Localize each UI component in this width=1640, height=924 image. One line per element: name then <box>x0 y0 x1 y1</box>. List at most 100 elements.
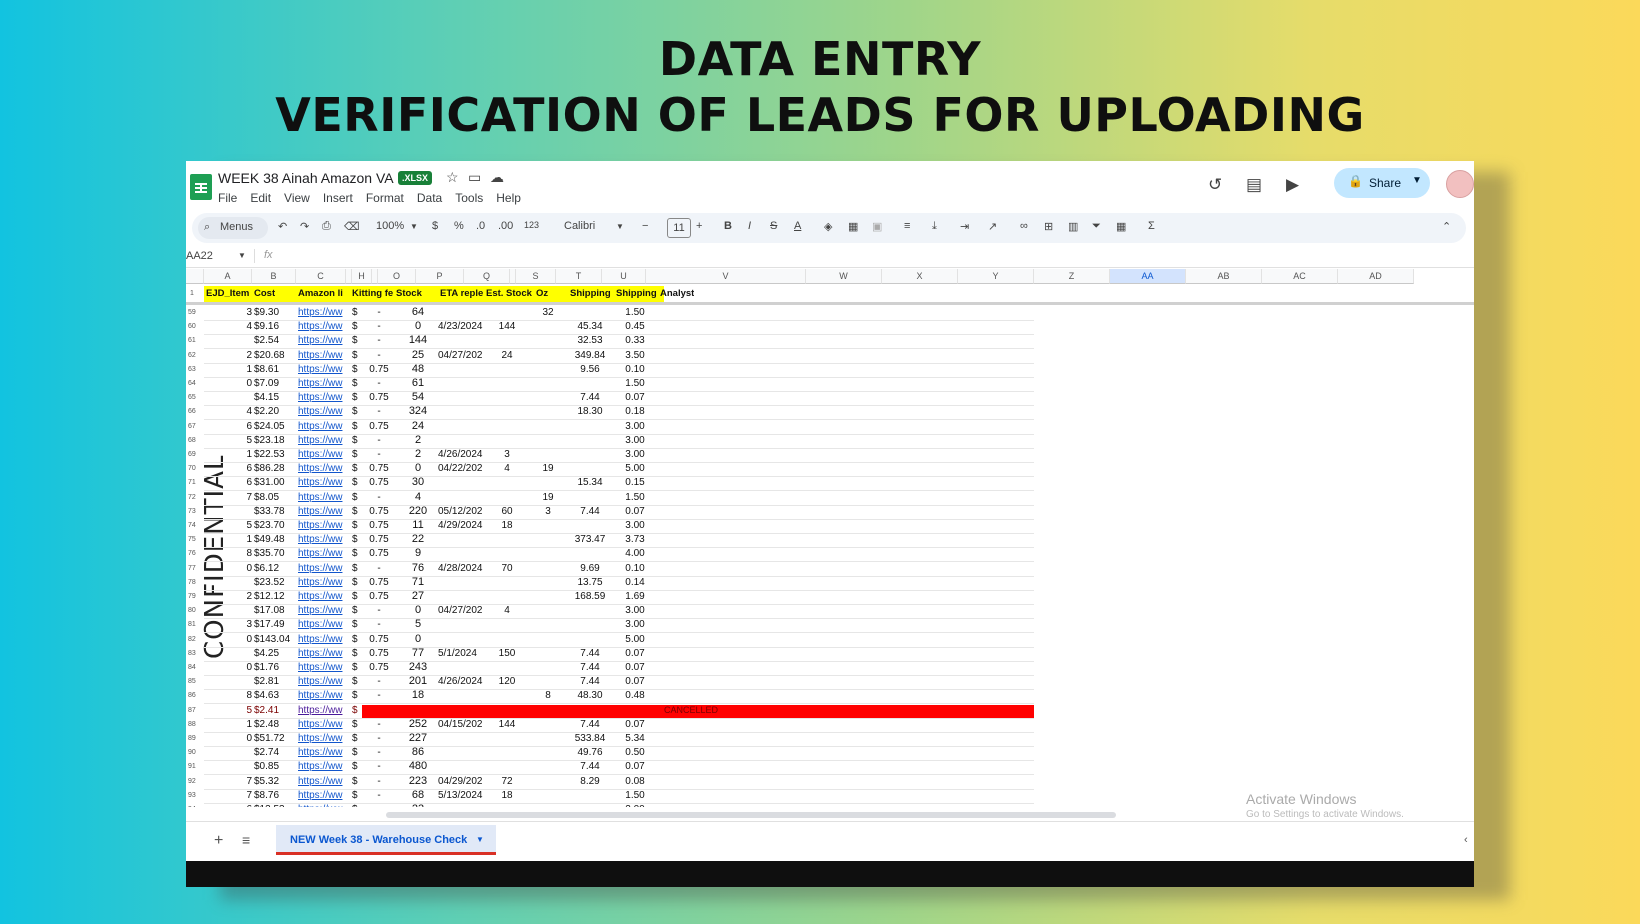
italic-icon[interactable]: I <box>748 220 751 232</box>
more-formats-button[interactable]: 123 <box>524 220 539 230</box>
cell-stock[interactable]: 77 <box>398 647 438 659</box>
cell-currency[interactable]: $ <box>352 449 358 460</box>
row-header[interactable]: 88 <box>188 721 206 728</box>
row-header[interactable]: 65 <box>188 394 206 401</box>
cell-eta-replenish[interactable]: 04/27/202 <box>438 350 490 361</box>
cell-a[interactable]: 7 <box>244 776 252 787</box>
cell-b[interactable]: $23.52 <box>254 577 285 588</box>
cell-b[interactable]: $49.48 <box>254 534 285 545</box>
row-header[interactable]: 77 <box>188 565 206 572</box>
cell-currency[interactable]: $ <box>352 492 358 503</box>
avatar[interactable] <box>1446 170 1474 198</box>
row-header[interactable]: 67 <box>188 423 206 430</box>
cell-eta-replenish[interactable]: 04/22/202 <box>438 463 490 474</box>
font-select[interactable]: Calibri <box>564 220 595 232</box>
vertical-align-icon[interactable]: ⤓ <box>932 220 937 233</box>
sheet-tab-dropdown-icon[interactable]: ▼ <box>476 835 484 844</box>
cell-stock[interactable]: 9 <box>398 547 438 559</box>
cell-shipping-u[interactable]: 3.00 <box>614 449 656 460</box>
header-cell[interactable]: Analyst <box>660 288 694 299</box>
cell-amazon-link[interactable]: https://ww <box>298 761 348 772</box>
row-header[interactable]: 71 <box>188 479 206 486</box>
column-header-ad[interactable]: AD <box>1338 269 1414 284</box>
cell-b[interactable]: $22.53 <box>254 449 285 460</box>
column-header-p[interactable]: P <box>416 269 464 284</box>
cell-a[interactable]: 1 <box>244 364 252 375</box>
cell-a[interactable]: 0 <box>244 563 252 574</box>
header-cell[interactable]: EJD_Item <box>206 288 249 299</box>
fill-color-icon[interactable]: ◈ <box>824 220 832 233</box>
cell-stock[interactable]: 2 <box>398 448 438 460</box>
menu-item-tools[interactable]: Tools <box>455 191 483 205</box>
cell-currency[interactable]: $ <box>352 520 358 531</box>
cell-amazon-link[interactable]: https://ww <box>298 378 348 389</box>
cell-shipping-u[interactable]: 4.00 <box>614 548 656 559</box>
cell-stock[interactable]: 324 <box>398 405 438 417</box>
cell-a[interactable]: 6 <box>244 463 252 474</box>
column-header-z[interactable]: Z <box>1034 269 1110 284</box>
cell-b[interactable]: $17.08 <box>254 605 285 616</box>
row-header[interactable]: 82 <box>188 636 206 643</box>
merge-cells-icon[interactable]: ▣ <box>872 220 882 233</box>
cell-shipping-u[interactable]: 5.00 <box>614 463 656 474</box>
cell-b[interactable]: $8.61 <box>254 364 279 375</box>
cell-a[interactable]: 6 <box>244 421 252 432</box>
cell-est-stock[interactable]: 24 <box>490 350 524 361</box>
meet-camera-icon[interactable]: ▶ <box>1286 175 1299 195</box>
name-box[interactable]: AA22 <box>186 250 213 262</box>
cell-amazon-link[interactable]: https://ww <box>298 449 348 460</box>
cell-currency[interactable]: $ <box>352 463 358 474</box>
row-header[interactable]: 70 <box>188 465 206 472</box>
zoom-dropdown-icon[interactable]: ▼ <box>410 222 418 231</box>
cell-est-stock[interactable]: 144 <box>490 719 524 730</box>
cell-amazon-link[interactable]: https://ww <box>298 364 348 375</box>
cell-b[interactable]: $4.25 <box>254 648 279 659</box>
font-size-increase-icon[interactable]: + <box>696 220 702 232</box>
cell-shipping-u[interactable]: 1.50 <box>614 790 656 801</box>
cell-est-stock[interactable]: 18 <box>490 520 524 531</box>
cell-kitting-fee[interactable]: - <box>366 335 392 346</box>
cell-b[interactable]: $23.70 <box>254 520 285 531</box>
cell-currency[interactable]: $ <box>352 548 358 559</box>
cell-b[interactable]: $2.81 <box>254 676 279 687</box>
cell-currency[interactable]: $ <box>352 577 358 588</box>
cell-kitting-fee[interactable]: 0.75 <box>366 534 392 545</box>
cell-stock[interactable]: 54 <box>398 391 438 403</box>
cell-b[interactable]: $2.48 <box>254 719 279 730</box>
spreadsheet-grid[interactable]: CONFIDENTIAL A B C H O P Q S T U V W X Y Z AA AB AC AD 1 EJD… <box>186 269 1474 807</box>
cell-kitting-fee[interactable]: - <box>366 321 392 332</box>
cell-kitting-fee[interactable]: - <box>366 804 392 807</box>
cell-shipping-t[interactable]: 8.29 <box>566 776 614 787</box>
cell-amazon-link[interactable]: https://ww <box>298 506 348 517</box>
cell-amazon-link[interactable]: https://ww <box>298 676 348 687</box>
cell-amazon-link[interactable]: https://ww <box>298 548 348 559</box>
cell-a[interactable]: 7 <box>244 790 252 801</box>
cell-eta-replenish[interactable]: 04/27/202 <box>438 605 490 616</box>
cell-eta-replenish[interactable]: 04/29/202 <box>438 776 490 787</box>
cell-oz[interactable]: 19 <box>528 463 568 474</box>
font-dropdown-icon[interactable]: ▼ <box>616 222 624 231</box>
cell-stock[interactable]: 252 <box>398 718 438 730</box>
cell-b[interactable]: $86.28 <box>254 463 285 474</box>
menu-item-edit[interactable]: Edit <box>250 191 271 205</box>
functions-icon[interactable]: Σ <box>1148 220 1155 232</box>
cell-stock[interactable]: 23 <box>398 803 438 807</box>
row-header[interactable]: 92 <box>188 778 206 785</box>
cell-amazon-link[interactable]: https://ww <box>298 421 348 432</box>
menu-item-file[interactable]: File <box>218 191 237 205</box>
row-header[interactable]: 76 <box>188 550 206 557</box>
cell-shipping-u[interactable]: 0.14 <box>614 577 656 588</box>
cell-shipping-u[interactable]: 0.07 <box>614 719 656 730</box>
cell-shipping-t[interactable]: 15.34 <box>566 477 614 488</box>
document-title[interactable]: WEEK 38 Ainah Amazon VA <box>218 170 394 186</box>
scroll-tabs-left-icon[interactable]: ‹ <box>1464 834 1468 846</box>
cell-kitting-fee[interactable]: - <box>366 747 392 758</box>
cell-oz[interactable]: 19 <box>528 492 568 503</box>
row-header[interactable]: 89 <box>188 735 206 742</box>
cell-currency[interactable]: $ <box>352 335 358 346</box>
cell-b[interactable]: $17.49 <box>254 619 285 630</box>
cell-shipping-t[interactable]: 533.84 <box>566 733 614 744</box>
cell-a[interactable]: 2 <box>244 591 252 602</box>
row-header[interactable]: 74 <box>188 522 206 529</box>
cell-b[interactable]: $2.74 <box>254 747 279 758</box>
